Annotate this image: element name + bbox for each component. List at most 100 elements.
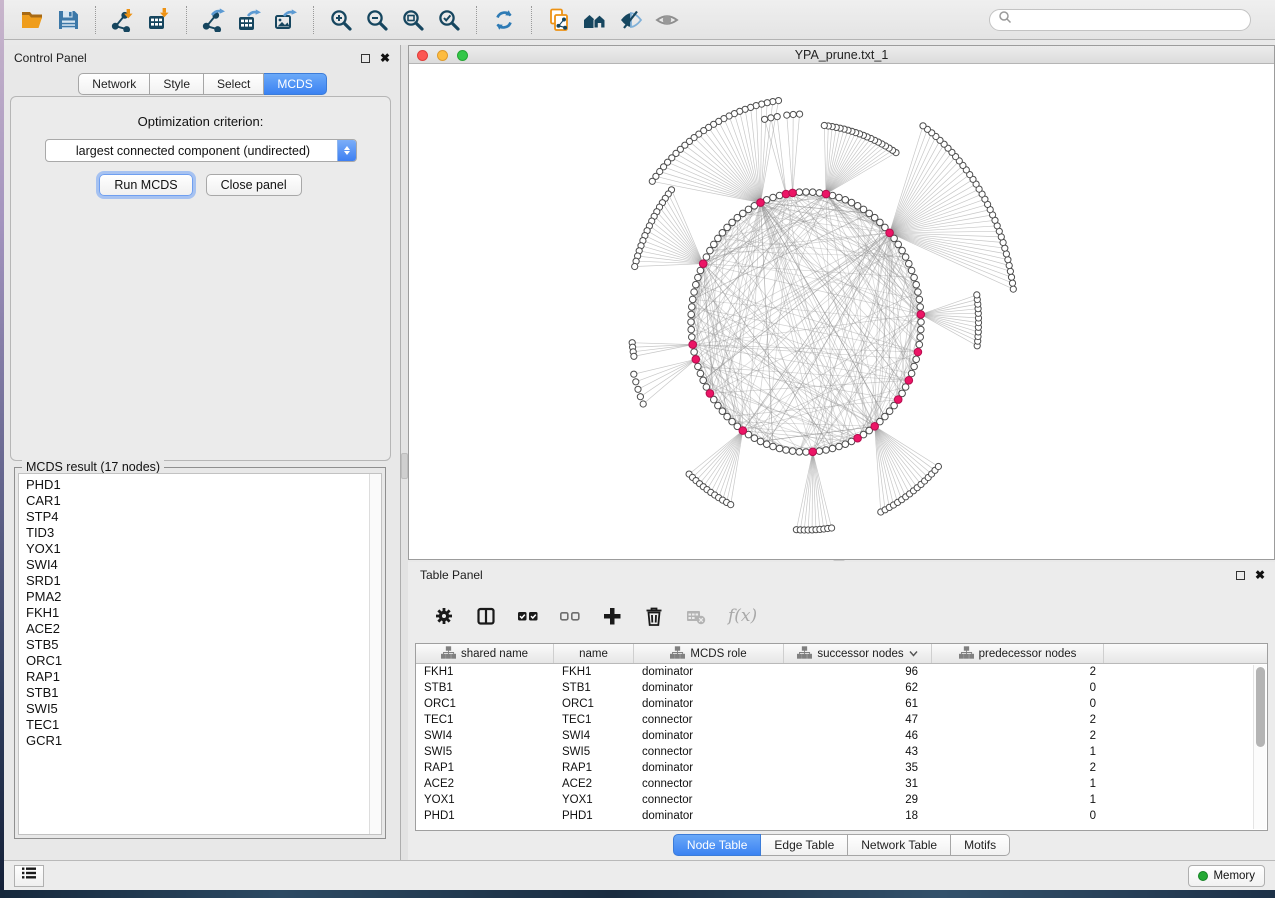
delete-columns-disabled-icon[interactable] xyxy=(686,606,706,626)
cell-shared-name: FKH1 xyxy=(416,666,554,678)
mcds-result-item[interactable]: SWI4 xyxy=(26,557,381,573)
mcds-result-item[interactable]: ORC1 xyxy=(26,653,381,669)
table-row[interactable]: SWI5SWI5connector431 xyxy=(416,744,1267,760)
show-columns-icon[interactable] xyxy=(476,606,496,626)
float-table-panel-icon[interactable] xyxy=(1236,571,1245,580)
graph-satellite-nodes-layer[interactable] xyxy=(629,98,1016,534)
mcds-result-item[interactable]: FKH1 xyxy=(26,605,381,621)
table-row[interactable]: TEC1TEC1connector472 xyxy=(416,712,1267,728)
import-network-icon[interactable] xyxy=(105,4,141,36)
tab-select[interactable]: Select xyxy=(204,73,264,95)
hierarchy-icon xyxy=(670,646,685,662)
table-row[interactable]: YOX1YOX1connector291 xyxy=(416,792,1267,808)
column-label: MCDS role xyxy=(690,648,746,660)
mcds-result-item[interactable]: PHD1 xyxy=(26,477,381,493)
mcds-result-item[interactable]: TEC1 xyxy=(26,717,381,733)
tab-mcds[interactable]: MCDS xyxy=(264,73,326,95)
mcds-result-item[interactable]: TID3 xyxy=(26,525,381,541)
mcds-result-item[interactable]: RAP1 xyxy=(26,669,381,685)
delete-rows-icon[interactable] xyxy=(644,606,664,626)
cell-name: SWI4 xyxy=(554,730,634,742)
mcds-result-item[interactable]: SWI5 xyxy=(26,701,381,717)
mcds-result-list[interactable]: PHD1CAR1STP4TID3YOX1SWI4SRD1PMA2FKH1ACE2… xyxy=(18,473,382,835)
run-mcds-button[interactable]: Run MCDS xyxy=(99,174,192,196)
table-row[interactable]: ACE2ACE2connector311 xyxy=(416,776,1267,792)
mcds-result-item[interactable]: PMA2 xyxy=(26,589,381,605)
zoom-fit-icon[interactable] xyxy=(395,4,431,36)
select-all-icon[interactable] xyxy=(518,606,538,626)
export-network-icon[interactable] xyxy=(196,4,232,36)
vertical-splitter[interactable] xyxy=(401,45,408,860)
mcds-list-scrollbar[interactable] xyxy=(369,474,381,834)
network-canvas[interactable] xyxy=(409,64,1274,559)
optimization-criterion-dropdown[interactable]: largest connected component (undirected) xyxy=(45,139,357,162)
open-session-icon[interactable] xyxy=(14,4,50,36)
main-toolbar xyxy=(4,0,1275,40)
column-header-shared-name[interactable]: shared name xyxy=(416,644,554,663)
cell-successor-nodes: 47 xyxy=(784,714,932,726)
column-header-successor-nodes[interactable]: successor nodes xyxy=(784,644,932,663)
mcds-result-item[interactable]: STB5 xyxy=(26,637,381,653)
table-scrollbar-thumb[interactable] xyxy=(1256,667,1265,747)
tab-network-table[interactable]: Network Table xyxy=(848,834,951,856)
mac-minimize-button[interactable] xyxy=(437,50,448,61)
show-all-icon[interactable] xyxy=(649,4,685,36)
tab-style[interactable]: Style xyxy=(150,73,204,95)
tab-node-table[interactable]: Node Table xyxy=(673,834,762,856)
mcds-result-item[interactable]: STP4 xyxy=(26,509,381,525)
tab-motifs[interactable]: Motifs xyxy=(951,834,1010,856)
save-session-icon[interactable] xyxy=(50,4,86,36)
mac-zoom-button[interactable] xyxy=(457,50,468,61)
mcds-result-item[interactable]: GCR1 xyxy=(26,733,381,749)
task-history-button[interactable] xyxy=(14,865,44,887)
deselect-all-icon[interactable] xyxy=(560,606,580,626)
mcds-result-item[interactable]: CAR1 xyxy=(26,493,381,509)
column-header-name[interactable]: name xyxy=(554,644,634,663)
table-settings-icon[interactable] xyxy=(434,606,454,626)
table-panel: Table Panel ✖ f(x) shared namenameMCDS r… xyxy=(408,562,1275,860)
import-table-icon[interactable] xyxy=(141,4,177,36)
zoom-selected-icon[interactable] xyxy=(431,4,467,36)
export-table-icon[interactable] xyxy=(232,4,268,36)
mac-close-button[interactable] xyxy=(417,50,428,61)
table-scrollbar[interactable] xyxy=(1253,665,1266,829)
clone-network-icon[interactable] xyxy=(541,4,577,36)
refresh-icon[interactable] xyxy=(486,4,522,36)
column-header-MCDS-role[interactable]: MCDS role xyxy=(634,644,784,663)
float-panel-icon[interactable] xyxy=(361,54,370,63)
zoom-in-icon[interactable] xyxy=(323,4,359,36)
column-header-predecessor-nodes[interactable]: predecessor nodes xyxy=(932,644,1104,663)
table-row[interactable]: STB1STB1dominator620 xyxy=(416,680,1267,696)
table-row[interactable]: ORC1ORC1dominator610 xyxy=(416,696,1267,712)
export-image-icon[interactable] xyxy=(268,4,304,36)
mcds-result-item[interactable]: STB1 xyxy=(26,685,381,701)
mcds-result-item[interactable]: ACE2 xyxy=(26,621,381,637)
table-row[interactable]: SWI4SWI4dominator462 xyxy=(416,728,1267,744)
splitter-handle[interactable] xyxy=(401,453,408,479)
control-panel-title: Control Panel xyxy=(14,51,87,65)
close-panel-icon[interactable]: ✖ xyxy=(380,54,390,63)
search-input[interactable] xyxy=(1012,13,1242,27)
close-panel-button[interactable]: Close panel xyxy=(206,174,302,196)
memory-button[interactable]: Memory xyxy=(1188,865,1265,887)
node-table[interactable]: shared namename MCDS role successor nodesp… xyxy=(415,643,1268,831)
mcds-result-group: MCDS result (17 nodes) PHD1CAR1STP4TID3Y… xyxy=(14,467,386,839)
first-neighbors-icon[interactable] xyxy=(577,4,613,36)
table-row[interactable]: PHD1PHD1dominator180 xyxy=(416,808,1267,824)
zoom-out-icon[interactable] xyxy=(359,4,395,36)
close-table-panel-icon[interactable]: ✖ xyxy=(1255,571,1265,580)
hide-selected-icon[interactable] xyxy=(613,4,649,36)
toolbar-icon-group xyxy=(14,4,685,36)
search-field[interactable] xyxy=(989,9,1251,31)
tab-edge-table[interactable]: Edge Table xyxy=(761,834,848,856)
mcds-result-item[interactable]: SRD1 xyxy=(26,573,381,589)
table-row[interactable]: RAP1RAP1dominator352 xyxy=(416,760,1267,776)
network-window-titlebar[interactable]: YPA_prune.txt_1 xyxy=(409,46,1274,64)
cell-name: PHD1 xyxy=(554,810,634,822)
mcds-result-item[interactable]: YOX1 xyxy=(26,541,381,557)
cell-name: RAP1 xyxy=(554,762,634,774)
tab-network[interactable]: Network xyxy=(78,73,150,95)
add-column-icon[interactable] xyxy=(602,606,622,626)
table-row[interactable]: FKH1FKH1dominator962 xyxy=(416,664,1267,680)
cell-successor-nodes: 18 xyxy=(784,810,932,822)
